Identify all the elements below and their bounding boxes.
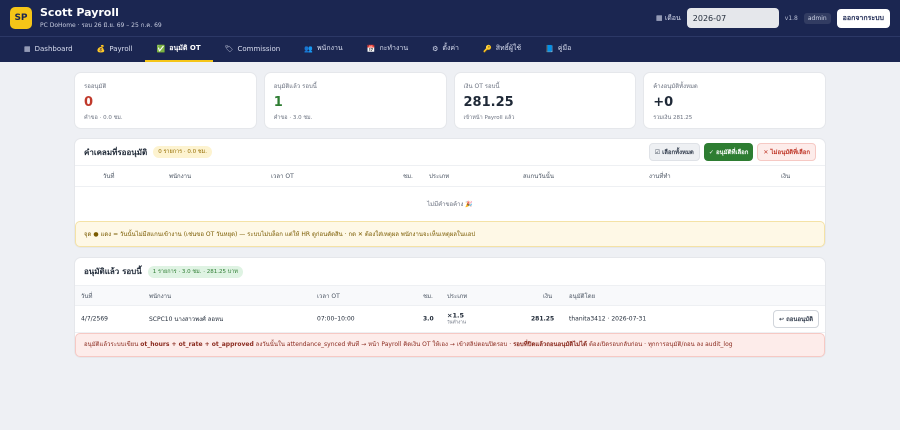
approved-header: อนุมัติแล้ว รอบนี้ 1 รายการ · 3.0 ชม. · … (75, 258, 825, 285)
stat-label: รออนุมัติ (84, 83, 107, 90)
approve-selected-button[interactable]: ✓ อนุมัติที่เลือก (703, 143, 754, 161)
version-label: v1.8 (784, 14, 798, 22)
app-logo: SP (10, 7, 32, 29)
approved-table-header: วันที่ พนักงาน เวลา OT ชม. ประเภท เงิน อ… (75, 285, 825, 306)
calendar-icon: ▦ (655, 13, 665, 22)
approved-count-pill: 1 รายการ · 3.0 ชม. · 281.25 บาท (147, 265, 243, 278)
approved-title: อนุมัติแล้ว รอบนี้ (84, 267, 142, 276)
user-badge: admin (803, 12, 831, 24)
nav-settings[interactable]: ⚙ ตั้งค่า (420, 37, 471, 62)
stat-label: อนุมัติแล้ว รอบนี้ (273, 83, 317, 90)
stat-sub: เข้าหน้า Payroll แล้ว (463, 115, 515, 121)
pending-count-pill: 0 รายการ · 0.0 ชม. (153, 146, 212, 158)
col-amount: เงิน (543, 292, 553, 300)
stat-label: ค้างอนุมัติทั้งหมด (653, 83, 698, 90)
col-employee: พนักงาน (169, 173, 192, 180)
stat-outstanding: ค้างอนุมัติทั้งหมด +0 รวมเงิน 281.25 (643, 72, 826, 129)
nav-manual[interactable]: 📘 คู่มือ (533, 37, 583, 62)
type-sub: วันทำงาน (447, 320, 466, 326)
pending-note: จุด ● แดง = วันนั้นไม่มีสแกนเข้างาน (เช่… (75, 221, 825, 247)
nav-ot-approval[interactable]: ✅ อนุมัติ OT (144, 37, 213, 62)
brand: Scott Payroll PC DoHome · รอบ 26 มิ.ย. 6… (40, 6, 162, 30)
book-icon: 📘 (545, 44, 554, 53)
month-input[interactable]: 2026-07 (686, 8, 779, 28)
reject-selected-button[interactable]: ✕ ไม่อนุมัติที่เลือก (757, 143, 816, 161)
pending-actions: ☑ เลือกทั้งหมด ✓ อนุมัติที่เลือก ✕ ไม่อน… (648, 143, 816, 161)
gear-icon: ⚙ (432, 44, 439, 53)
stat-sub: คำขอ · 0.0 ชม. (84, 115, 123, 121)
row-type: ×1.5 วันทำงาน (447, 311, 466, 326)
check-icon: ✅ (156, 44, 166, 53)
pending-table-header: วันที่ พนักงาน เวลา OT ชม. ประเภท สแกนวั… (75, 166, 825, 187)
col-type: ประเภท (447, 292, 468, 300)
app-title: Scott Payroll (40, 6, 119, 19)
nav-shifts[interactable]: 📅 กะทำงาน (355, 37, 420, 62)
row-amount: 281.25 (531, 315, 555, 323)
approved-note: อนุมัติแล้วระบบเขียน ot_hours + ot_rate … (75, 333, 825, 357)
stat-value: 1 (273, 95, 283, 110)
month-label: ▦ เดือน (655, 13, 681, 22)
key-icon: 🔑 (482, 44, 492, 53)
empty-state: ไม่มีคำขอค้าง 🎉 (427, 201, 473, 208)
col-date: วันที่ (103, 173, 115, 180)
col-scan: สแกนวันนั้น (523, 173, 554, 180)
row-date: 4/7/2569 (81, 315, 108, 323)
type-rate: ×1.5 (447, 311, 464, 320)
col-hours: ชม. (403, 173, 413, 180)
stat-pending: รออนุมัติ 0 คำขอ · 0.0 ชม. (74, 72, 257, 129)
pending-panel: คำเคลมที่รออนุมัติ 0 รายการ · 0.0 ชม. ☑ … (74, 138, 826, 248)
app-subtitle: PC DoHome · รอบ 26 มิ.ย. 69 – 25 ก.ค. 69 (40, 22, 162, 29)
col-amount: เงิน (781, 173, 791, 180)
main-content: รออนุมัติ 0 คำขอ · 0.0 ชม. อนุมัติแล้ว ร… (0, 62, 900, 358)
top-right: ▦ เดือน 2026-07 v1.8 admin ออกจากระบบ (656, 8, 890, 28)
table-row: 4/7/2569 SCPC10 นางสาวพงศ์ ลอหน 07:00–10… (75, 306, 825, 333)
row-time: 07:00–10:00 (317, 315, 355, 323)
pending-header: คำเคลมที่รออนุมัติ 0 รายการ · 0.0 ชม. ☑ … (75, 139, 825, 166)
tag-icon: 🏷 (224, 44, 234, 53)
nav-employees[interactable]: 👥 พนักงาน (292, 37, 355, 62)
row-approver: thanita3412 · 2026-07-31 (569, 315, 647, 323)
main-nav: ▦ Dashboard 💰 Payroll ✅ อนุมัติ OT 🏷 Commiss… (0, 36, 900, 62)
nav-payroll[interactable]: 💰 Payroll (85, 37, 145, 62)
moneybag-icon: 💰 (96, 44, 106, 53)
row-employee: SCPC10 นางสาวพงศ์ ลอหน (149, 316, 224, 323)
col-type: ประเภท (429, 173, 450, 180)
top-bar: SP Scott Payroll PC DoHome · รอบ 26 มิ.ย… (0, 0, 900, 36)
stat-label: เงิน OT รอบนี้ (463, 83, 500, 90)
nav-dashboard[interactable]: ▦ Dashboard (12, 37, 85, 62)
nav-permissions[interactable]: 🔑 สิทธิ์ผู้ใช้ (471, 37, 533, 62)
pending-title: คำเคลมที่รออนุมัติ (84, 147, 148, 157)
calendar-icon: 📅 (366, 44, 376, 53)
col-employee: พนักงาน (149, 292, 172, 300)
stat-approved: อนุมัติแล้ว รอบนี้ 1 คำขอ · 3.0 ชม. (263, 72, 447, 129)
approved-panel: อนุมัติแล้ว รอบนี้ 1 รายการ · 3.0 ชม. · … (74, 257, 826, 358)
select-all-button[interactable]: ☑ เลือกทั้งหมด (648, 143, 700, 161)
people-icon: 👥 (304, 44, 313, 53)
col-ot-time: เวลา OT (317, 292, 340, 300)
dashboard-icon: ▦ (24, 44, 31, 53)
col-ot-time: เวลา OT (271, 173, 294, 180)
stat-sub: รวมเงิน 281.25 (653, 115, 693, 121)
row-hours: 3.0 (423, 315, 434, 323)
stat-value: +0 (653, 95, 674, 110)
stats-row: รออนุมัติ 0 คำขอ · 0.0 ชม. อนุมัติแล้ว ร… (74, 72, 826, 129)
logout-button[interactable]: ออกจากระบบ (836, 8, 890, 28)
stat-sub: คำขอ · 3.0 ชม. (273, 115, 313, 121)
col-hours: ชม. (423, 292, 433, 300)
undo-approval-button[interactable]: ↩ ถอนอนุมัติ (772, 310, 819, 328)
stat-ot-money: เงิน OT รอบนี้ 281.25 เข้าหน้า Payroll แ… (453, 72, 637, 129)
nav-commission[interactable]: 🏷 Commission (213, 37, 293, 62)
col-work: งานที่ทำ (649, 173, 671, 180)
col-approver: อนุมัติโดย (569, 292, 596, 300)
stat-value: 281.25 (463, 95, 514, 110)
stat-value: 0 (84, 95, 94, 110)
col-date: วันที่ (81, 292, 93, 300)
